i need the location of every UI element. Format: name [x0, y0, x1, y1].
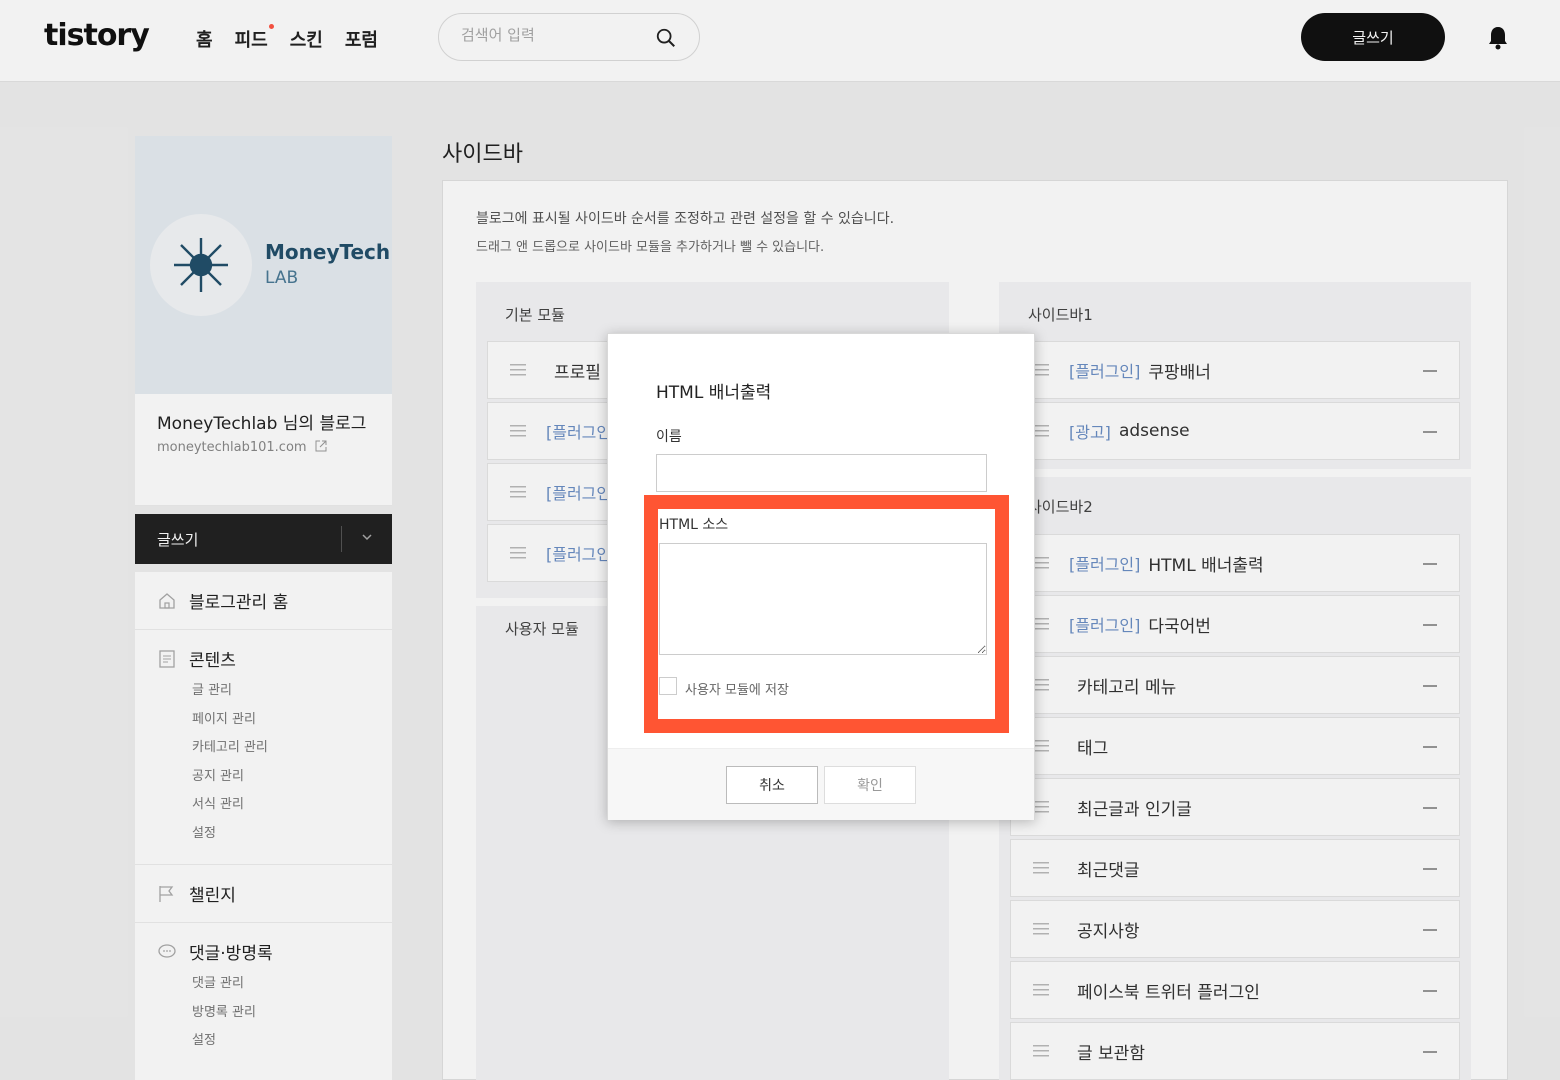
name-input[interactable] — [656, 454, 987, 492]
dialog-footer: 취소 확인 — [608, 748, 1034, 820]
cancel-button[interactable]: 취소 — [726, 766, 818, 804]
html-source-textarea[interactable] — [659, 543, 987, 655]
html-banner-dialog: HTML 배너출력 이름 HTML 소스 사용자 모듈에 저장 취소 확인 — [607, 333, 1035, 820]
save-user-module-checkbox[interactable] — [659, 677, 677, 695]
save-user-module-label[interactable]: 사용자 모듈에 저장 — [685, 679, 789, 698]
confirm-button[interactable]: 확인 — [824, 766, 916, 804]
dialog-title: HTML 배너출력 — [656, 383, 772, 403]
html-source-label: HTML 소스 — [659, 517, 729, 533]
name-label: 이름 — [656, 429, 682, 445]
